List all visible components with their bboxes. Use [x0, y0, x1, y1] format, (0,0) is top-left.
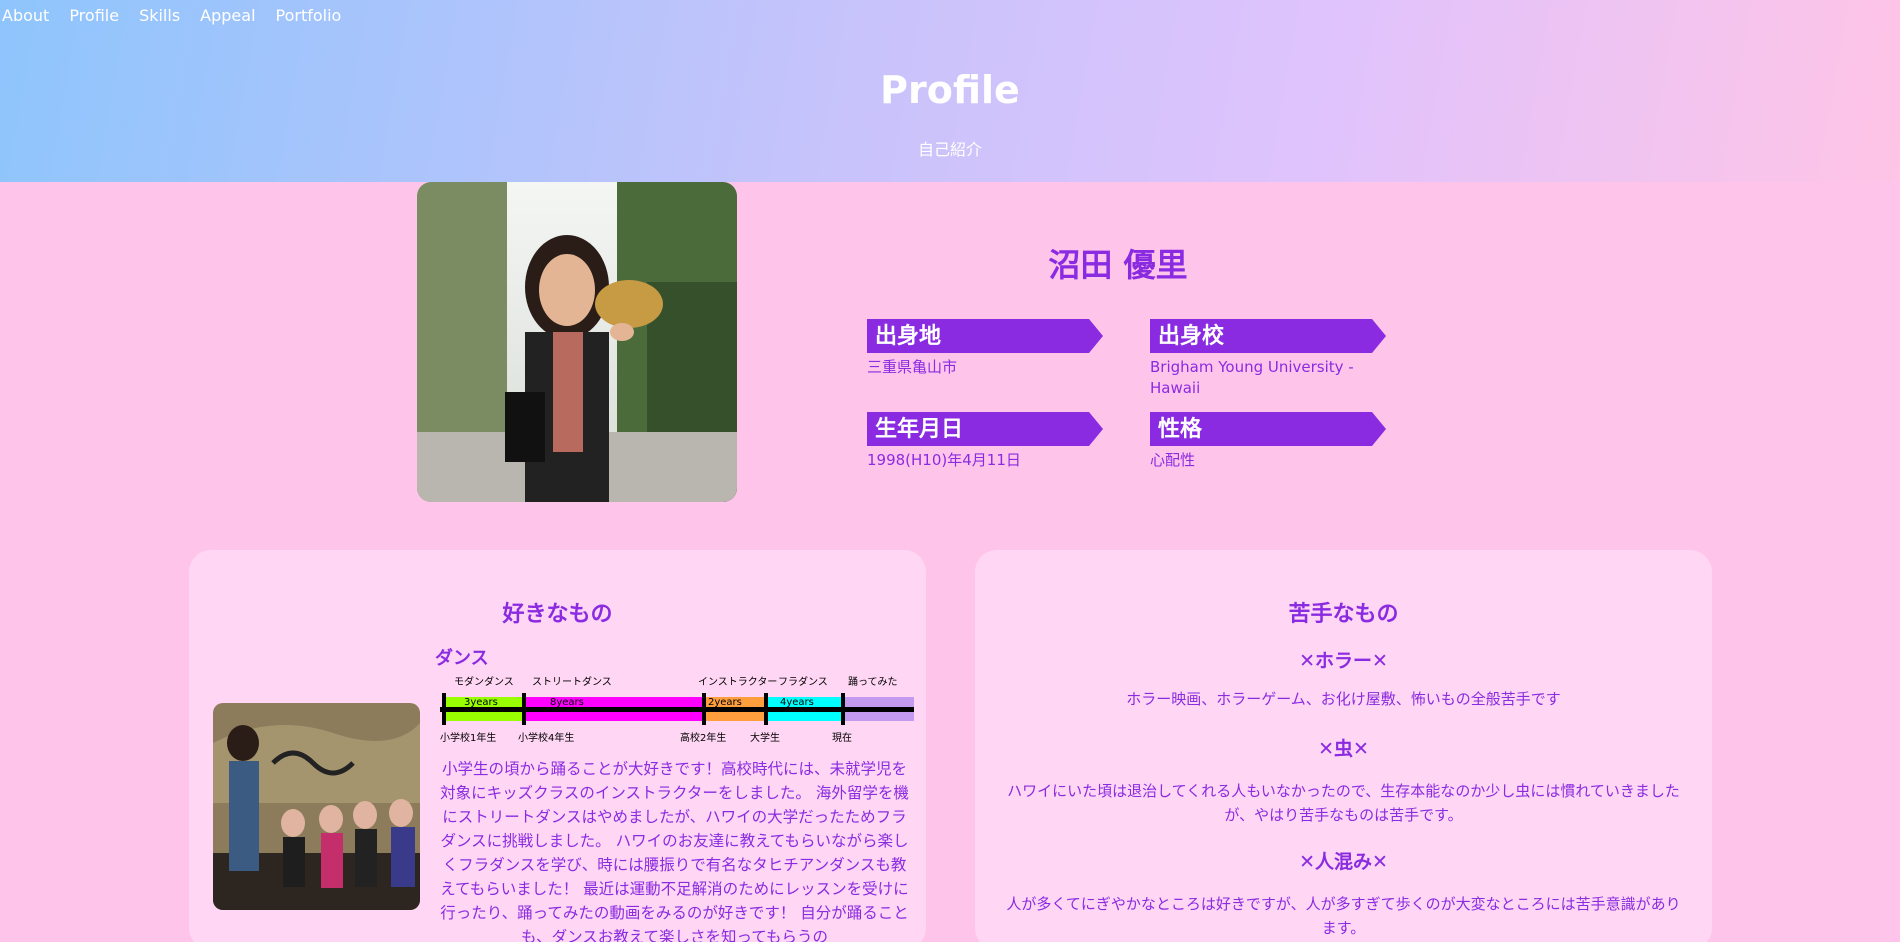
info-hometown-value: 三重県亀山市: [867, 358, 958, 376]
likes-subtitle: ダンス: [435, 648, 489, 669]
dislikes-card: 苦手なもの ✕ホラー✕ ホラー映画、ホラーゲーム、お化け屋敷、怖いもの全般苦手で…: [975, 550, 1712, 942]
info-personality-value: 心配性: [1150, 451, 1196, 469]
timeline-duration: 8years: [550, 697, 584, 708]
dance-timeline: モダンダンス ストリートダンス インストラクター フラダンス 踊ってみた 3ye…: [440, 675, 914, 745]
timeline-milestone: 小学校4年生: [518, 731, 574, 744]
timeline-milestone: 小学校1年生: [440, 731, 496, 744]
profile-photo: [417, 182, 737, 502]
likes-card: 好きなもの ダンス モダンダンス ストリートダンス インストラクター フラダンス…: [189, 550, 926, 942]
info-birthday-label: 生年月日: [867, 412, 1103, 446]
timeline-genre: モダンダンス: [454, 675, 514, 688]
timeline-genre: フラダンス: [778, 675, 828, 688]
timeline-genre: ストリートダンス: [532, 675, 612, 688]
dance-photo: [213, 703, 420, 910]
nav-portfolio[interactable]: Portfolio: [276, 6, 342, 25]
nav-appeal[interactable]: Appeal: [200, 6, 255, 25]
dislike-text: ホラー映画、ホラーゲーム、お化け屋敷、怖いもの全般苦手です: [1126, 690, 1561, 708]
page-title: Profile: [880, 68, 1020, 112]
dislike-crowds: ✕人混み✕ 人が多くてにぎやかなところは好きですが、人が多すぎて歩くのが大変なと…: [975, 847, 1712, 940]
dislike-bugs: ✕虫✕ ハワイにいた頃は退治してくれる人もいなかったので、生存本能なのか少し虫に…: [975, 734, 1712, 827]
profile-name: 沼田 優里: [1048, 246, 1188, 284]
timeline-genre: 踊ってみた: [848, 676, 898, 688]
top-nav: About Profile Skills Appeal Portfolio: [2, 6, 361, 25]
timeline-genre: インストラクター: [698, 676, 777, 688]
timeline-duration: 3years: [464, 697, 498, 708]
dislike-text: ハワイにいた頃は退治してくれる人もいなかったので、生存本能なのか少し虫には慣れて…: [1007, 782, 1680, 824]
info-personality-label: 性格: [1150, 412, 1386, 446]
info-school-label: 出身校: [1150, 319, 1386, 353]
timeline-milestone: 現在: [832, 732, 852, 744]
dislike-heading: ✕ホラー✕: [1299, 650, 1388, 672]
info-hometown-label: 出身地: [867, 319, 1103, 353]
timeline-duration: 2years: [708, 697, 742, 708]
likes-title: 好きなもの: [502, 602, 613, 627]
page-subtitle: 自己紹介: [917, 140, 982, 159]
timeline-genre-labels: モダンダンス ストリートダンス インストラクター フラダンス 踊ってみた: [454, 675, 898, 688]
info-birthday: 生年月日 1998(H10)年4月11日: [867, 412, 1103, 471]
info-school: 出身校 Brigham Young University - Hawaii: [1150, 319, 1386, 399]
info-birthday-value: 1998(H10)年4月11日: [867, 451, 1021, 469]
likes-description: 小学生の頃から踊ることが大好きです！高校時代には、未就学児を対象にキッズクラスの…: [440, 760, 909, 942]
dislike-heading: ✕人混み✕: [1299, 851, 1388, 873]
timeline-milestone: 大学生: [750, 731, 780, 744]
dislikes-title: 苦手なもの: [1288, 602, 1399, 627]
dislike-horror: ✕ホラー✕ ホラー映画、ホラーゲーム、お化け屋敷、怖いもの全般苦手です: [975, 646, 1712, 711]
info-school-value: Brigham Young University - Hawaii: [1150, 358, 1354, 397]
dislike-text: 人が多くてにぎやかなところは好きですが、人が多すぎて歩くのが大変なところには苦手…: [1006, 895, 1681, 937]
nav-about[interactable]: About: [2, 6, 49, 25]
dislike-heading: ✕虫✕: [1318, 738, 1369, 760]
timeline-milestones: 小学校1年生 小学校4年生 高校2年生 大学生 現在: [440, 731, 852, 744]
nav-profile[interactable]: Profile: [69, 6, 119, 25]
page-header: About Profile Skills Appeal Portfolio Pr…: [0, 0, 1900, 182]
info-hometown: 出身地 三重県亀山市: [867, 319, 1103, 378]
info-personality: 性格 心配性: [1150, 412, 1386, 471]
nav-skills[interactable]: Skills: [139, 6, 180, 25]
timeline-duration: 4years: [780, 697, 814, 708]
timeline-milestone: 高校2年生: [680, 731, 726, 744]
